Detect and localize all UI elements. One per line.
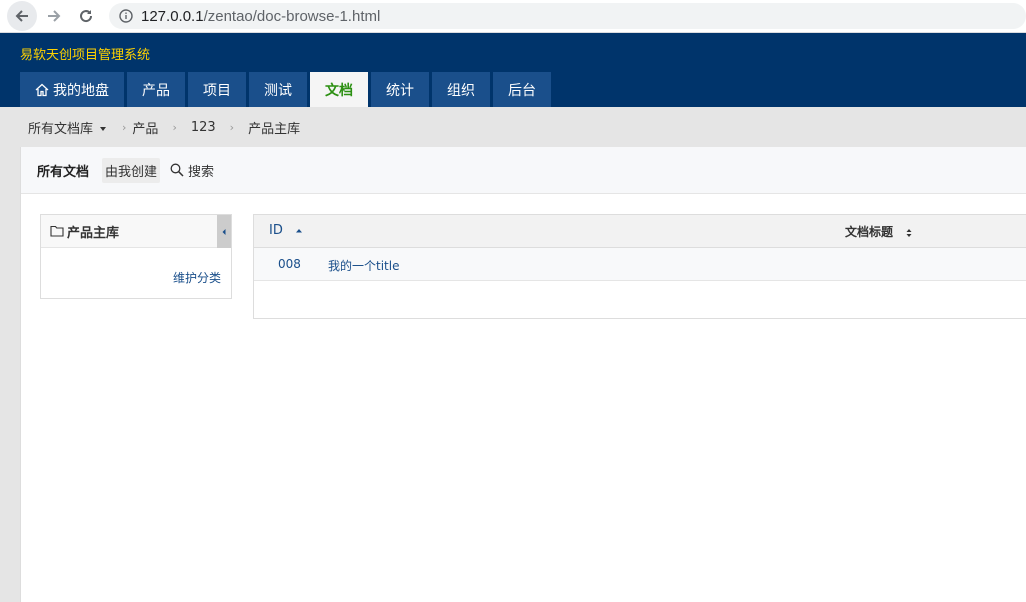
main-nav: 我的地盘 产品 项目 测试 文档 统计 组织 后台 bbox=[20, 72, 554, 107]
arrow-left-icon bbox=[15, 10, 28, 22]
folder-icon bbox=[50, 225, 64, 237]
reload-icon bbox=[80, 10, 93, 23]
search-icon bbox=[170, 163, 184, 177]
doc-table: ID 文档标题 008 我的一个title bbox=[253, 214, 1026, 319]
chevron-right-icon: › bbox=[122, 120, 127, 134]
main-content: 所有文档 由我创建 搜索 产品主库 维护分类 ID 文档标题 008 我的一个t… bbox=[20, 147, 1026, 602]
tab-label: 测试 bbox=[264, 82, 292, 99]
sub-nav: 所有文档 由我创建 搜索 bbox=[21, 147, 1026, 194]
tab-doc[interactable]: 文档 bbox=[310, 72, 368, 107]
tab-label: 后台 bbox=[508, 82, 536, 99]
url-text: 127.0.0.1/zentao/doc-browse-1.html bbox=[141, 7, 381, 25]
doc-id[interactable]: 008 bbox=[278, 257, 301, 271]
doc-title-link[interactable]: 我的一个title bbox=[328, 257, 399, 274]
all-docs-link[interactable]: 所有文档 bbox=[34, 158, 92, 183]
app-header: 易软天创项目管理系统 我的地盘 产品 项目 测试 文档 统计 组织 后台 bbox=[0, 33, 1026, 107]
breadcrumb-item-product[interactable]: 产品 bbox=[132, 118, 158, 137]
category-tree-panel: 产品主库 维护分类 bbox=[40, 214, 232, 299]
tab-label: 统计 bbox=[386, 82, 414, 99]
chevron-right-icon: › bbox=[172, 120, 177, 134]
breadcrumb: 所有文档库 › 产品 › 123 › 产品主库 bbox=[0, 107, 1026, 147]
chevron-left-icon bbox=[222, 228, 226, 235]
sort-icon bbox=[906, 228, 912, 237]
tab-admin[interactable]: 后台 bbox=[493, 72, 551, 107]
breadcrumb-item-123[interactable]: 123 bbox=[191, 120, 216, 135]
browser-toolbar: 127.0.0.1/zentao/doc-browse-1.html bbox=[0, 0, 1026, 33]
tab-product[interactable]: 产品 bbox=[127, 72, 185, 107]
tab-label: 项目 bbox=[203, 82, 231, 99]
tab-company[interactable]: 组织 bbox=[432, 72, 490, 107]
tab-label: 文档 bbox=[325, 82, 353, 99]
column-header-title[interactable]: 文档标题 bbox=[845, 223, 913, 240]
caret-down-icon bbox=[100, 127, 107, 131]
tab-label: 组织 bbox=[447, 82, 475, 99]
breadcrumb-item-all-libs[interactable]: 所有文档库 bbox=[28, 118, 107, 137]
search-label: 搜索 bbox=[188, 164, 215, 180]
address-bar[interactable]: 127.0.0.1/zentao/doc-browse-1.html bbox=[109, 3, 1026, 29]
forward-button[interactable] bbox=[39, 1, 69, 31]
tree-title: 产品主库 bbox=[67, 225, 120, 241]
reload-button[interactable] bbox=[71, 1, 101, 31]
info-icon bbox=[119, 9, 133, 23]
tab-my-dashboard[interactable]: 我的地盘 bbox=[20, 72, 124, 107]
arrow-right-icon bbox=[48, 10, 61, 22]
column-header-id[interactable]: ID bbox=[269, 223, 303, 238]
left-gutter bbox=[0, 147, 20, 602]
tree-header: 产品主库 bbox=[41, 215, 231, 248]
search-button[interactable]: 搜索 bbox=[170, 161, 214, 180]
maintain-category-link[interactable]: 维护分类 bbox=[173, 269, 221, 286]
chevron-right-icon: › bbox=[229, 120, 235, 134]
home-icon bbox=[35, 83, 49, 96]
tab-report[interactable]: 统计 bbox=[371, 72, 429, 107]
table-row[interactable]: 008 我的一个title bbox=[254, 248, 1026, 281]
table-footer bbox=[254, 281, 1026, 318]
tab-label: 我的地盘 bbox=[53, 82, 109, 99]
sort-asc-icon bbox=[296, 228, 302, 232]
back-button[interactable] bbox=[7, 1, 37, 31]
app-title: 易软天创项目管理系统 bbox=[20, 48, 151, 63]
tab-project[interactable]: 项目 bbox=[188, 72, 246, 107]
breadcrumb-item-main-lib[interactable]: 产品主库 bbox=[248, 118, 300, 137]
tab-label: 产品 bbox=[142, 82, 170, 99]
tab-test[interactable]: 测试 bbox=[249, 72, 307, 107]
created-by-me-link[interactable]: 由我创建 bbox=[102, 157, 161, 183]
collapse-toggle[interactable] bbox=[217, 215, 231, 248]
table-header-row: ID 文档标题 bbox=[254, 215, 1026, 248]
